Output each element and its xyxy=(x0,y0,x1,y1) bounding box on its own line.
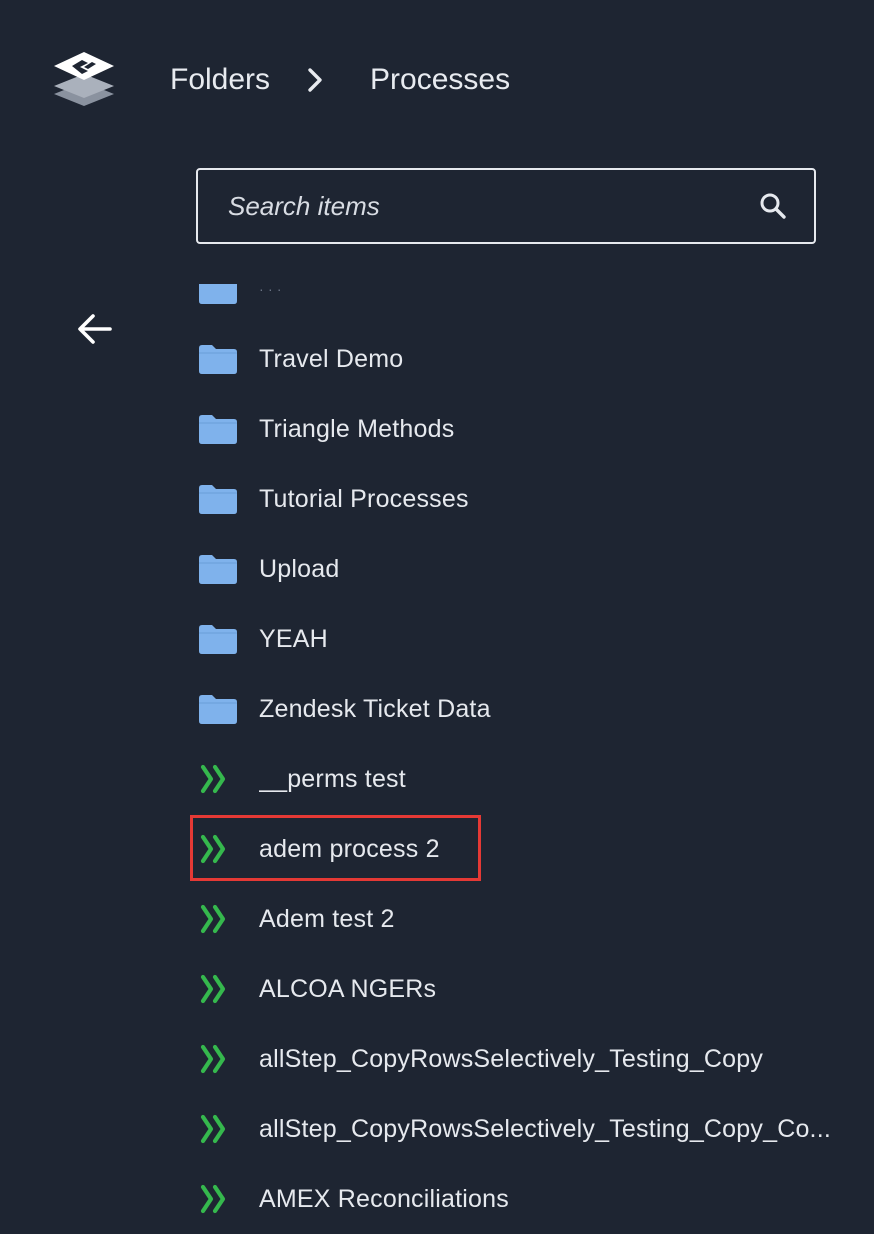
app-window: Folders Processes · · · Travel Demo Triang… xyxy=(0,0,874,1234)
process-chevrons-icon xyxy=(197,1042,239,1076)
item-label: allStep_CopyRowsSelectively_Testing_Copy… xyxy=(259,1114,831,1143)
search-icon[interactable] xyxy=(756,189,790,223)
process-list-item[interactable]: adem process 2 xyxy=(190,814,874,884)
process-list-item[interactable]: allStep_CopyRowsSelectively_Testing_Copy… xyxy=(190,1094,874,1164)
back-button[interactable] xyxy=(74,308,116,350)
items-list-viewport[interactable]: · · · Travel Demo Triangle Methods Tutorial… xyxy=(190,284,874,1234)
folder-list-item[interactable]: Zendesk Ticket Data xyxy=(190,674,874,744)
folder-icon xyxy=(197,622,239,656)
item-label: Adem test 2 xyxy=(259,904,395,933)
folder-list-item[interactable]: Tutorial Processes xyxy=(190,464,874,534)
item-label: Tutorial Processes xyxy=(259,484,469,513)
folder-list-item[interactable]: Travel Demo xyxy=(190,324,874,394)
items-list: · · · Travel Demo Triangle Methods Tutorial… xyxy=(190,284,874,1234)
breadcrumb: Folders Processes xyxy=(170,58,510,102)
process-list-item[interactable]: ALCOA NGERs xyxy=(190,954,874,1024)
item-label: · · · xyxy=(259,284,282,297)
folder-list-item[interactable]: Triangle Methods xyxy=(190,394,874,464)
breadcrumb-processes-current: Processes xyxy=(370,63,511,96)
folder-icon xyxy=(197,342,239,376)
process-list-item[interactable]: Adem test 2 xyxy=(190,884,874,954)
folder-list-item[interactable]: · · · xyxy=(190,284,874,324)
item-label: AMEX Reconciliations xyxy=(259,1184,509,1213)
item-label: Triangle Methods xyxy=(259,414,455,443)
item-label: allStep_CopyRowsSelectively_Testing_Copy xyxy=(259,1044,764,1073)
process-chevrons-icon xyxy=(197,972,239,1006)
search-input[interactable] xyxy=(198,169,756,243)
process-list-item[interactable]: __perms test xyxy=(190,744,874,814)
folder-icon xyxy=(197,482,239,516)
arrow-left-icon xyxy=(78,314,112,344)
breadcrumb-folders-link[interactable]: Folders xyxy=(170,63,270,97)
folder-icon xyxy=(197,284,239,306)
item-label: YEAH xyxy=(259,624,328,653)
process-chevrons-icon xyxy=(197,762,239,796)
item-label: Travel Demo xyxy=(259,344,404,373)
item-label: ALCOA NGERs xyxy=(259,974,437,1003)
folder-list-item[interactable]: YEAH xyxy=(190,604,874,674)
item-label: Zendesk Ticket Data xyxy=(259,694,491,723)
app-logo-icon[interactable] xyxy=(48,48,120,112)
folder-icon xyxy=(197,692,239,726)
folder-list-item[interactable]: Upload xyxy=(190,534,874,604)
folder-icon xyxy=(197,412,239,446)
process-list-item[interactable]: allStep_CopyRowsSelectively_Testing_Copy xyxy=(190,1024,874,1094)
item-label: __perms test xyxy=(259,764,406,793)
search-box xyxy=(196,168,816,244)
item-label: Upload xyxy=(259,554,340,583)
process-list-item[interactable]: AMEX Reconciliations xyxy=(190,1164,874,1234)
item-label: adem process 2 xyxy=(259,834,440,863)
folder-icon xyxy=(197,552,239,586)
process-chevrons-icon xyxy=(197,832,239,866)
process-chevrons-icon xyxy=(197,1112,239,1146)
process-chevrons-icon xyxy=(197,902,239,936)
process-chevrons-icon xyxy=(197,1182,239,1216)
chevron-right-icon xyxy=(300,65,330,95)
